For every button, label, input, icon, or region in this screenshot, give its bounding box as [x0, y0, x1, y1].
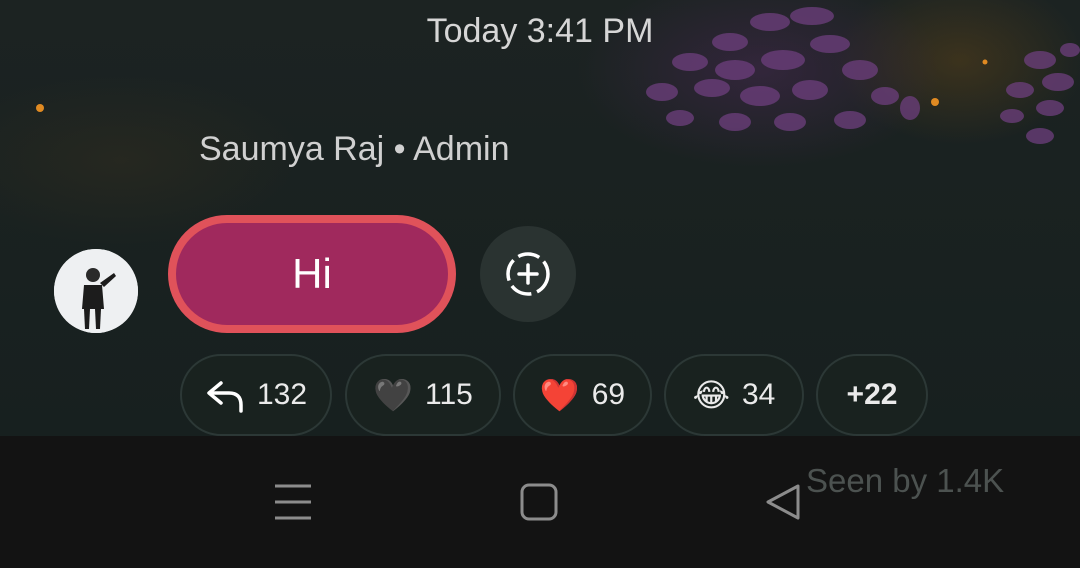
home-icon[interactable]	[520, 483, 558, 521]
replies-chip[interactable]: 132	[180, 354, 332, 436]
person-icon	[54, 249, 138, 333]
reply-count: 132	[256, 378, 308, 411]
menu-icon[interactable]	[274, 483, 312, 521]
seen-by-count[interactable]: Seen by 1.4K	[806, 462, 1004, 500]
reaction-chip-tears-of-joy[interactable]: 😂 34	[664, 354, 804, 436]
red-heart-icon: ❤️	[539, 377, 580, 413]
back-icon[interactable]	[764, 483, 802, 521]
reply-icon	[207, 381, 243, 413]
reaction-chip-red-heart[interactable]: ❤️ 69	[513, 354, 652, 436]
message-text: Hi	[292, 250, 332, 297]
reaction-chip-black-heart[interactable]: 🖤 115	[345, 354, 501, 436]
tears-of-joy-icon: 😂	[692, 377, 730, 413]
navigation-bar	[0, 436, 1080, 568]
message-bubble[interactable]: Hi	[168, 215, 456, 333]
more-reactions-label: +22	[846, 378, 898, 411]
add-reaction-button[interactable]	[480, 226, 576, 322]
timestamp: Today 3:41 PM	[426, 12, 654, 50]
more-reactions-chip[interactable]: +22	[816, 354, 928, 436]
sender-name[interactable]: Saumya Raj • Admin	[199, 130, 509, 169]
reaction-count: 34	[742, 378, 776, 411]
avatar[interactable]	[54, 249, 138, 333]
black-heart-icon: 🖤	[373, 377, 413, 413]
add-reaction-icon	[506, 252, 550, 296]
reaction-count: 115	[425, 378, 473, 411]
reaction-count: 69	[591, 378, 626, 411]
